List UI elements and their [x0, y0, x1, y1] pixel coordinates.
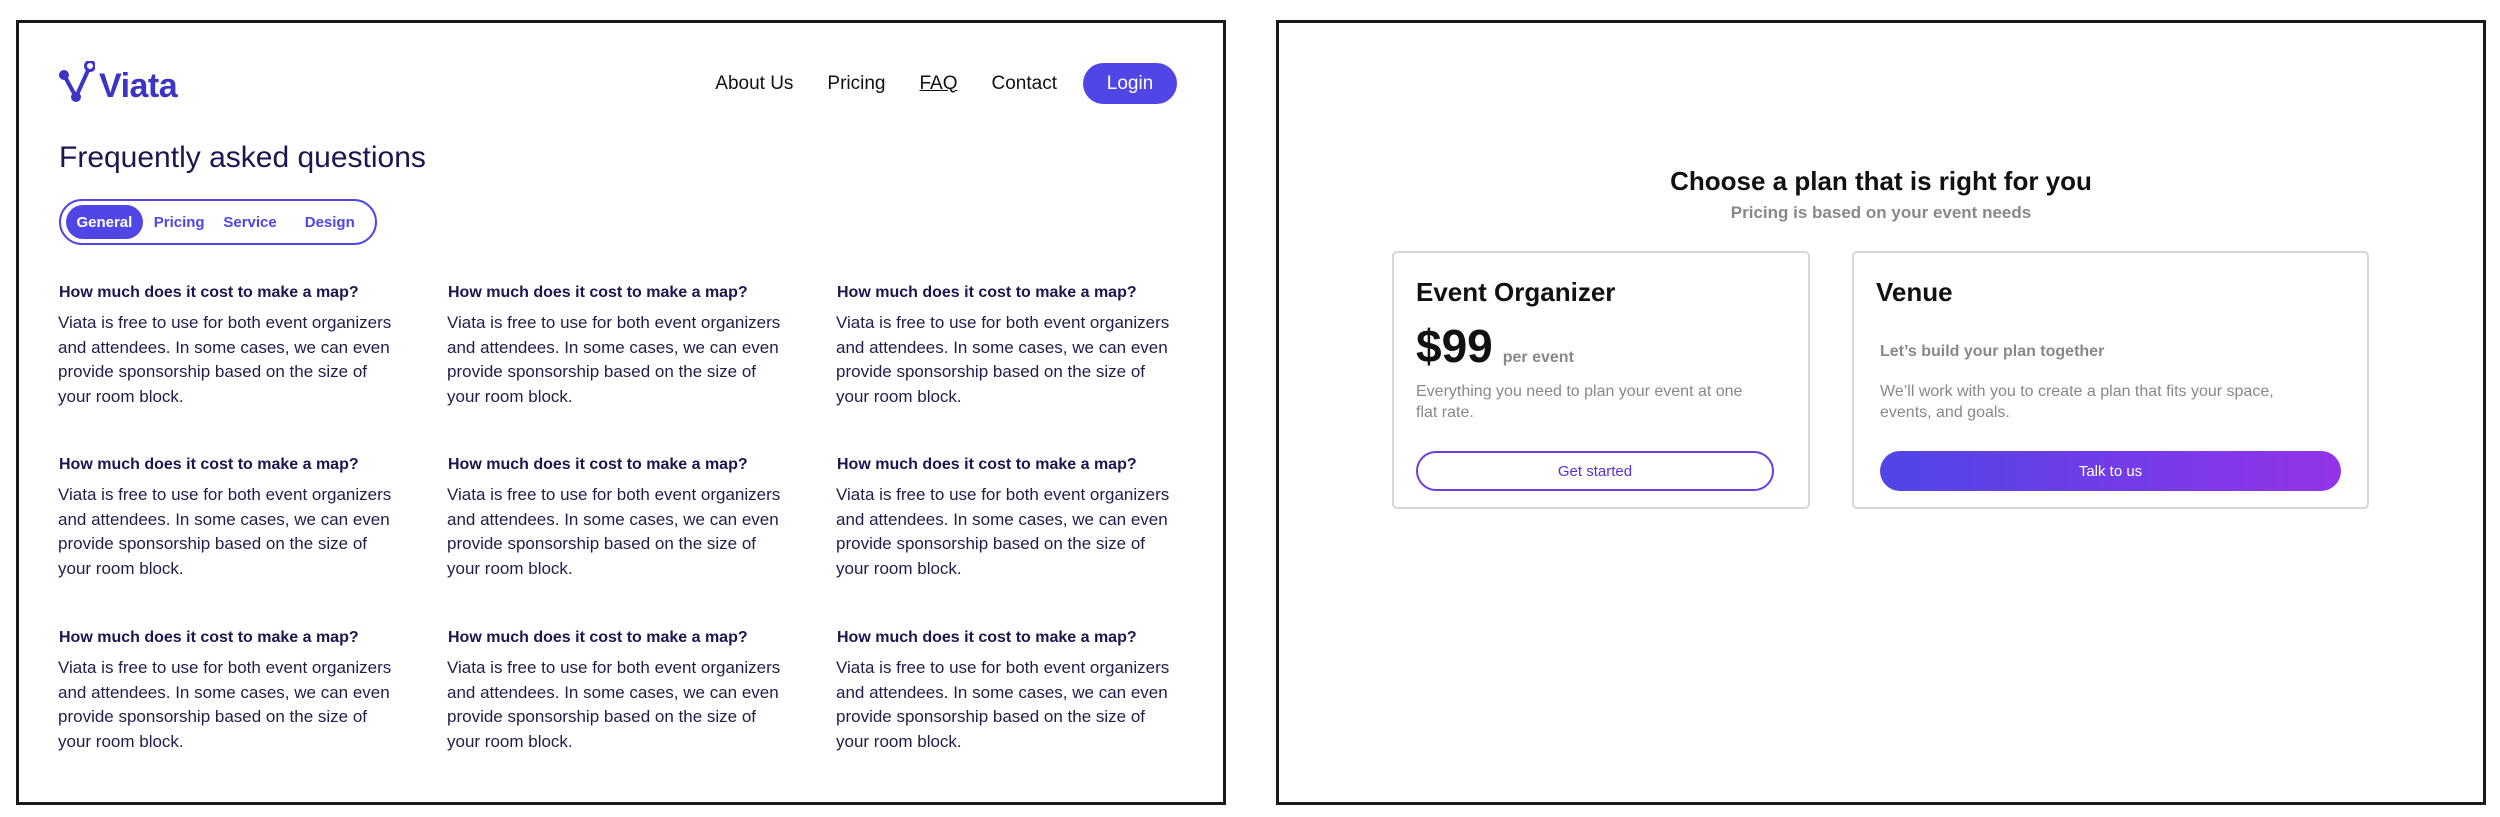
plan-price-row: $99 per event	[1416, 319, 1574, 373]
faq-answer: Viata is free to use for both event orga…	[58, 485, 392, 578]
plan-card-event-organizer: Event Organizer $99 per event Everything…	[1392, 251, 1810, 509]
faq-answer: Viata is free to use for both event orga…	[447, 313, 781, 406]
faq-page-frame: Viata About Us Pricing FAQ Contact Login…	[16, 20, 1226, 805]
faq-question: How much does it cost to make a map?	[59, 284, 359, 301]
faq-question: How much does it cost to make a map?	[448, 629, 748, 646]
faq-item: How much does it cost to make a map? Via…	[836, 628, 1176, 754]
nav-contact[interactable]: Contact	[992, 73, 1057, 95]
plan-description: We’ll work with you to create a plan tha…	[1880, 383, 2274, 421]
faq-category-tabs: General Pricing Service Design	[59, 199, 377, 245]
brand-name: Viata	[99, 67, 178, 105]
plan-price-unit: per event	[1502, 349, 1574, 366]
faq-item: How much does it cost to make a map? Via…	[58, 283, 398, 409]
tab-general[interactable]: General	[66, 205, 143, 239]
faq-answer: Viata is free to use for both event orga…	[58, 313, 392, 406]
faq-item: How much does it cost to make a map? Via…	[836, 455, 1176, 581]
login-button[interactable]: Login	[1083, 63, 1177, 104]
faq-item: How much does it cost to make a map? Via…	[58, 628, 398, 754]
faq-question: How much does it cost to make a map?	[837, 456, 1137, 473]
faq-item: How much does it cost to make a map? Via…	[58, 455, 398, 581]
faq-question: How much does it cost to make a map?	[837, 284, 1137, 301]
talk-to-us-button[interactable]: Talk to us	[1880, 451, 2341, 491]
tab-design[interactable]: Design	[284, 205, 375, 239]
faq-question: How much does it cost to make a map?	[448, 456, 748, 473]
faq-question: How much does it cost to make a map?	[837, 629, 1137, 646]
faq-item: How much does it cost to make a map? Via…	[447, 628, 787, 754]
plan-name: Event Organizer	[1416, 277, 1616, 307]
faq-question: How much does it cost to make a map?	[448, 284, 748, 301]
faq-item: How much does it cost to make a map? Via…	[447, 455, 787, 581]
faq-question: How much does it cost to make a map?	[59, 629, 359, 646]
faq-answer: Viata is free to use for both event orga…	[447, 485, 781, 578]
plan-price: $99	[1416, 320, 1493, 372]
faq-item: How much does it cost to make a map? Via…	[836, 283, 1176, 409]
get-started-button[interactable]: Get started	[1416, 451, 1774, 491]
page-title: Frequently asked questions	[59, 141, 426, 174]
brand-logo[interactable]: Viata	[57, 61, 178, 105]
plan-description: Everything you need to plan your event a…	[1416, 383, 1743, 421]
faq-answer: Viata is free to use for both event orga…	[447, 658, 781, 751]
faq-answer: Viata is free to use for both event orga…	[58, 658, 392, 751]
faq-item: How much does it cost to make a map? Via…	[447, 283, 787, 409]
faq-answer: Viata is free to use for both event orga…	[836, 658, 1170, 751]
route-pin-icon	[59, 61, 95, 102]
pricing-heading: Choose a plan that is right for you	[1670, 166, 2092, 196]
nav-about-us[interactable]: About Us	[715, 73, 793, 95]
top-nav: About Us Pricing FAQ Contact Login	[715, 63, 1177, 104]
plan-card-venue: Venue Let’s build your plan together We’…	[1852, 251, 2369, 509]
nav-pricing[interactable]: Pricing	[827, 73, 885, 95]
plan-name: Venue	[1876, 277, 1953, 307]
tab-service[interactable]: Service	[216, 205, 285, 239]
faq-answer: Viata is free to use for both event orga…	[836, 313, 1170, 406]
pricing-subheading: Pricing is based on your event needs	[1730, 203, 2032, 222]
plan-tagline: Let’s build your plan together	[1880, 343, 2105, 360]
pricing-page-frame: Choose a plan that is right for you Pric…	[1276, 20, 2486, 805]
faq-question: How much does it cost to make a map?	[59, 456, 359, 473]
tab-pricing[interactable]: Pricing	[143, 205, 216, 239]
nav-faq[interactable]: FAQ	[920, 73, 958, 95]
faq-answer: Viata is free to use for both event orga…	[836, 485, 1170, 578]
